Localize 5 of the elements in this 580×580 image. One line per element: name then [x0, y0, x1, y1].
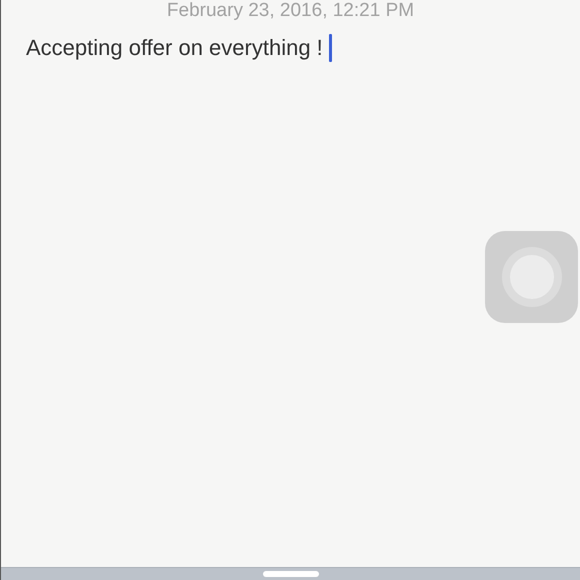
home-indicator[interactable]	[262, 571, 318, 577]
text-cursor	[328, 34, 332, 62]
note-date: February 23, 2016, 12:21 PM	[166, 0, 414, 22]
assistive-touch-button[interactable]	[485, 231, 578, 323]
note-text[interactable]: Accepting offer on everything !	[26, 34, 323, 62]
